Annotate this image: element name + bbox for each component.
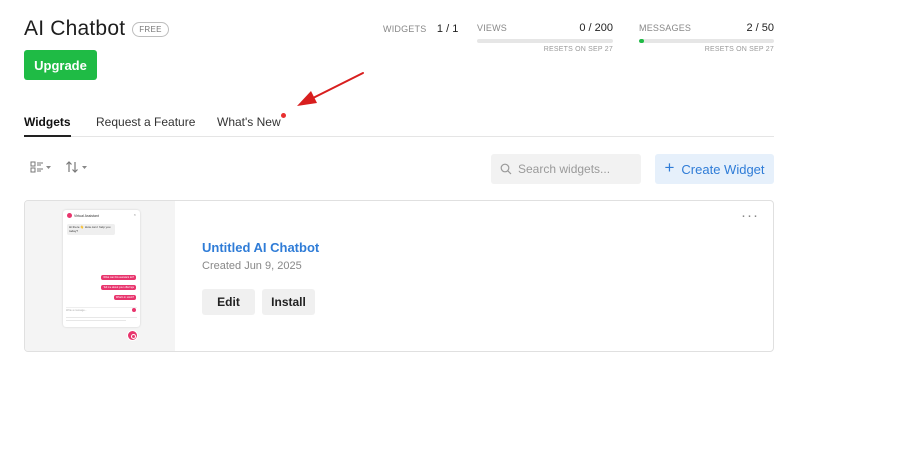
list-view-icon (30, 161, 51, 173)
search-icon (500, 163, 512, 175)
preview-footer-line (66, 320, 126, 321)
messages-reset-date: RESETS ON SEP 27 (704, 46, 774, 53)
more-options-icon[interactable]: ··· (741, 208, 759, 223)
widget-preview[interactable]: Virtual Assistant × Hi there 👋 How can I… (25, 201, 175, 351)
assistant-name: Virtual Assistant (74, 213, 99, 218)
tab-whats-new-wrap: What's New (217, 113, 286, 129)
tab-request-feature[interactable]: Request a Feature (96, 115, 195, 137)
views-usage-value: 0 / 200 (579, 22, 613, 34)
tab-widgets-label: Widgets (24, 115, 71, 129)
chat-preview-header: Virtual Assistant (67, 213, 99, 218)
suggestion-bubble: Tell me about your offerings (101, 285, 136, 290)
annotation-arrow-icon (297, 72, 364, 106)
widgets-usage-label: WIDGETS (383, 24, 427, 34)
chat-preview-window: Virtual Assistant × Hi there 👋 How can I… (63, 210, 140, 327)
sort-icon (66, 161, 87, 173)
chat-launcher-icon (127, 330, 138, 341)
notification-dot (280, 113, 286, 118)
suggestion-bubble: What can this assistant do? (101, 275, 136, 280)
chat-preview-input: Write a message... (66, 307, 137, 313)
assistant-avatar-icon (67, 213, 72, 218)
page-header: AI Chatbot FREE (24, 17, 169, 41)
tab-whats-new-label: What's New (217, 115, 281, 129)
messages-usage-label: MESSAGES (639, 23, 692, 33)
greeting-bubble: Hi there 👋 How can I help you today? (67, 224, 115, 235)
sort-toggle[interactable] (65, 160, 89, 174)
tab-request-feature-label: Request a Feature (96, 115, 196, 129)
messages-progress-bar (639, 39, 774, 43)
tab-widgets[interactable]: Widgets (24, 115, 71, 137)
view-toggle[interactable] (30, 160, 52, 174)
views-usage: VIEWS 0 / 200 RESETS ON SEP 27 (477, 22, 613, 53)
close-icon: × (133, 212, 136, 217)
widget-created-date: Created Jun 9, 2025 (202, 260, 302, 272)
plus-icon: + (664, 158, 675, 177)
plan-badge: FREE (132, 21, 169, 37)
messages-usage-value: 2 / 50 (746, 22, 774, 34)
suggestion-bubble: What's in stock? (113, 295, 136, 300)
messages-progress-fill (639, 39, 645, 43)
tab-whats-new[interactable]: What's New (217, 113, 286, 137)
send-icon (132, 308, 136, 312)
widget-name[interactable]: Untitled AI Chatbot (202, 240, 319, 255)
search-input[interactable] (518, 162, 636, 176)
views-reset-date: RESETS ON SEP 27 (543, 46, 613, 53)
widgets-usage-value: 1 / 1 (436, 23, 459, 35)
edit-button[interactable]: Edit (202, 289, 255, 315)
page-title: AI Chatbot (24, 17, 126, 40)
install-button[interactable]: Install (262, 289, 315, 315)
preview-footer-line (66, 317, 137, 318)
widget-card[interactable]: Virtual Assistant × Hi there 👋 How can I… (24, 200, 774, 352)
create-widget-button[interactable]: + Create Widget (655, 154, 774, 184)
widgets-usage: WIDGETS 1 / 1 (383, 23, 458, 35)
tab-bar: Widgets Request a Feature What's New (24, 113, 774, 137)
upgrade-button[interactable]: Upgrade (24, 50, 97, 80)
views-progress-bar (477, 39, 613, 43)
views-usage-label: VIEWS (477, 23, 508, 33)
messages-usage: MESSAGES 2 / 50 RESETS ON SEP 27 (639, 22, 774, 53)
search-box[interactable] (491, 154, 641, 184)
create-widget-label: Create Widget (681, 161, 765, 177)
